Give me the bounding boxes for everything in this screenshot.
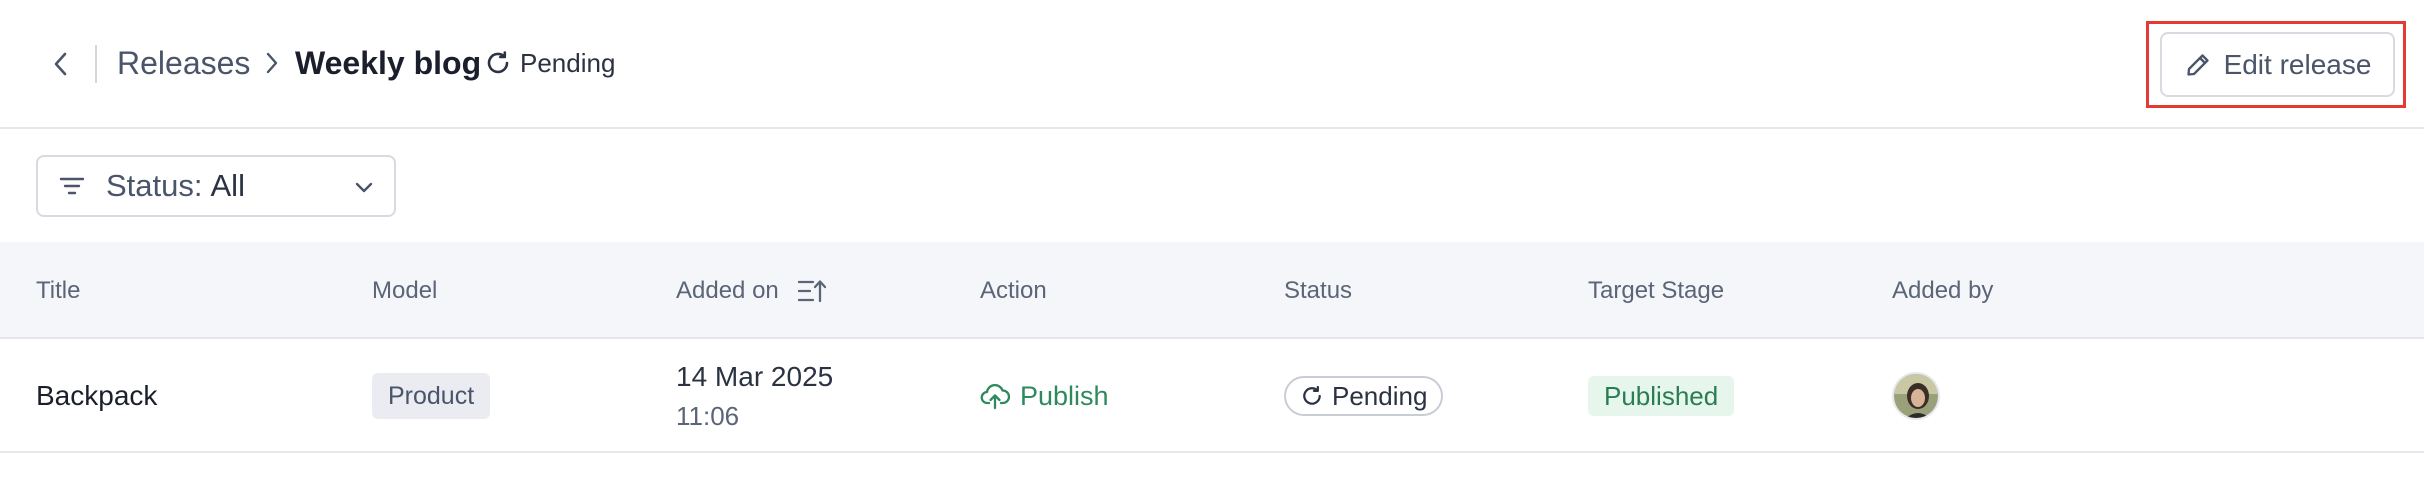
status-pill-text: Pending <box>1332 380 1428 411</box>
column-header-added-by: Added by <box>1892 277 1994 304</box>
release-status-text: Pending <box>520 47 616 78</box>
cell-status: Pending <box>1284 339 1444 453</box>
edit-release-button[interactable]: Edit release <box>2160 32 2395 97</box>
filter-lines-icon <box>58 175 86 197</box>
back-button[interactable] <box>44 45 78 83</box>
sort-ascending-icon[interactable] <box>797 278 827 304</box>
avatar <box>1892 372 1940 420</box>
column-header-added-on-label: Added on <box>676 277 779 304</box>
page-title: Weekly blog <box>295 45 482 81</box>
cell-title: Backpack <box>36 339 157 453</box>
cloud-upload-icon <box>980 382 1010 410</box>
added-on-date: 14 Mar 2025 <box>676 361 834 392</box>
column-header-title: Title <box>36 277 81 304</box>
target-stage-badge: Published <box>1588 376 1735 416</box>
status-filter-value: All <box>210 168 245 203</box>
release-header: Releases Weekly blog Pending Edit releas… <box>0 0 2424 129</box>
status-pill: Pending <box>1284 376 1444 416</box>
entry-title: Backpack <box>36 380 158 411</box>
breadcrumb-releases-link[interactable]: Releases <box>117 43 250 83</box>
chevron-down-icon <box>352 175 376 199</box>
release-status-badge: Pending <box>484 46 615 80</box>
cell-target-stage: Published <box>1588 339 1735 453</box>
cell-model: Product <box>372 339 491 453</box>
model-badge: Product <box>372 373 491 419</box>
cell-added-on: 14 Mar 2025 11:06 <box>676 339 833 453</box>
table-header: Title Model Added on Action Status Targe… <box>0 242 2424 339</box>
cell-action: Publish <box>980 339 1109 453</box>
chevron-right-icon <box>260 46 284 80</box>
added-on-time: 11:06 <box>676 401 740 431</box>
pencil-icon <box>2184 51 2212 79</box>
column-header-model: Model <box>372 277 438 304</box>
table-row[interactable]: Backpack Product 14 Mar 2025 11:06 Publi… <box>0 339 2424 453</box>
status-filter-select[interactable]: Status: All <box>36 155 396 217</box>
header-divider <box>95 45 97 83</box>
column-header-action: Action <box>980 277 1047 304</box>
status-filter-label: Status: <box>106 168 203 203</box>
loader-circle-icon <box>484 49 512 77</box>
cell-added-by <box>1892 339 1940 453</box>
edit-release-label: Edit release <box>2223 48 2372 80</box>
chevron-left-icon <box>52 51 70 77</box>
column-header-added-on[interactable]: Added on <box>676 242 827 339</box>
action-label: Publish <box>1020 380 1109 411</box>
column-header-status: Status <box>1284 277 1353 304</box>
column-header-target-stage: Target Stage <box>1588 277 1725 304</box>
loader-circle-icon <box>1300 384 1324 408</box>
